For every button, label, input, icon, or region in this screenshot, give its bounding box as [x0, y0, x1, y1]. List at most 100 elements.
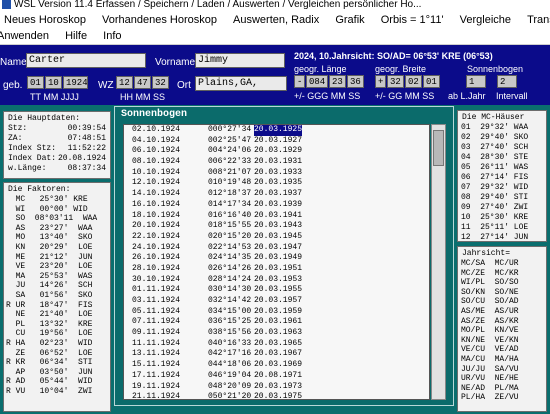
sonnenbogen-row[interactable]: 21.11.1924 050°21'20 20.03.1975 [124, 392, 429, 399]
name-field[interactable]: Carter [26, 53, 146, 68]
jahrsicht-row[interactable]: JU/JU SA/VU [458, 365, 546, 375]
haus-row: 05 26°11' WAS [461, 163, 529, 172]
ort-field[interactable]: Plains,GA, [195, 76, 287, 91]
year-field[interactable]: 1924 [63, 76, 88, 89]
faktor-row[interactable]: R AD 05°44' WID [4, 377, 110, 387]
faktor-row[interactable]: KN 20°29' LOE [4, 243, 110, 253]
sonnenbogen-row[interactable]: 04.10.1924 002°25'47 20.03.1927 [124, 136, 429, 147]
breite-minutes-field[interactable]: 02 [405, 75, 422, 88]
faktor-row[interactable]: WI 00°00' WID [4, 205, 110, 215]
breite-seconds-field[interactable]: 01 [423, 75, 440, 88]
jahrsicht-row[interactable]: PL/HA ZE/VU [458, 393, 546, 403]
scrollbar-thumb[interactable] [433, 130, 444, 166]
sonnenbogen-date: 14.10.1924 [132, 189, 181, 199]
menu-orbis[interactable]: Orbis = 1°11' [381, 14, 444, 26]
faktor-row[interactable]: CU 19°56' LOE [4, 329, 110, 339]
jahrsicht-row[interactable]: MC/ZE MC/KR [458, 269, 546, 279]
sonnenbogen-row[interactable]: 06.10.1924 004°24'06 20.03.1929 [124, 146, 429, 157]
sonnenbogen-row[interactable]: 09.11.1924 038°15'56 20.03.1963 [124, 328, 429, 339]
menu-anwenden[interactable]: Anwenden [0, 30, 49, 42]
sonnenbogen-row[interactable]: 19.11.1924 048°20'09 20.03.1973 [124, 382, 429, 393]
faktor-row[interactable]: MA 25°53' WAS [4, 272, 110, 282]
jahrsicht-row[interactable]: MO/PL KN/VE [458, 326, 546, 336]
sonnenbogen-row[interactable]: 03.11.1924 032°14'42 20.03.1957 [124, 296, 429, 307]
faktor-row[interactable]: ZE 06°52' LOE [4, 349, 110, 359]
jahrsicht-row[interactable]: MA/CU MA/HA [458, 355, 546, 365]
laenge-minutes-field[interactable]: 23 [329, 75, 346, 88]
sonnenbogen-row[interactable]: 14.10.1924 012°18'37 20.03.1937 [124, 189, 429, 200]
breite-sign-field[interactable]: + [375, 75, 386, 88]
jahrsicht-row[interactable]: VE/CU VE/AD [458, 345, 546, 355]
faktor-row[interactable]: VE 23°20' LOE [4, 262, 110, 272]
faktor-row[interactable]: R VU 10°04' ZWI [4, 387, 110, 397]
faktor-row[interactable]: SA 01°56' SKO [4, 291, 110, 301]
sonnenbogen-row[interactable]: 15.11.1924 044°18'06 20.03.1969 [124, 360, 429, 371]
mc-haeuser-panel: Die MC-Häuser 01 29°32' WAA 02 29°40' SK… [457, 110, 547, 242]
sonnenbogen-row[interactable]: 05.11.1924 034°15'00 20.03.1959 [124, 307, 429, 318]
laenge-sign-field[interactable]: - [294, 75, 305, 88]
faktor-row[interactable]: PL 13°32' KRE [4, 320, 110, 330]
jahrsicht-row[interactable]: MC/SA MC/UR [458, 259, 546, 269]
menu-vorhandenes-horoskop[interactable]: Vorhandenes Horoskop [102, 14, 217, 26]
jahrsicht-row[interactable]: NE/AD PL/MA [458, 384, 546, 394]
faktor-row[interactable]: JU 14°26' SCH [4, 281, 110, 291]
jahrsicht-row[interactable]: AS/ME AS/UR [458, 307, 546, 317]
jahrsicht-row[interactable]: UR/VU NE/HE [458, 374, 546, 384]
sonnenbogen-row[interactable]: 01.11.1924 030°14'30 20.03.1955 [124, 285, 429, 296]
faktor-row[interactable]: R HA 02°23' WID [4, 339, 110, 349]
sonnenbogen-row[interactable]: 26.10.1924 024°14'35 20.03.1949 [124, 253, 429, 264]
faktor-row[interactable]: AP 03°50' JUN [4, 368, 110, 378]
menu-vergleiche[interactable]: Vergleiche [460, 14, 511, 26]
sonnenbogen-row[interactable]: 28.10.1924 026°14'26 20.03.1951 [124, 264, 429, 275]
menu-transit[interactable]: Transit [527, 14, 550, 26]
sonnenbogen-row[interactable]: 22.10.1924 020°15'20 20.03.1945 [124, 232, 429, 243]
sonnenbogen-arc: 004°24'06 [208, 146, 252, 156]
sonnenbogen-row[interactable]: 13.11.1924 042°17'16 20.03.1967 [124, 349, 429, 360]
sonnenbogen-row[interactable]: 20.10.1924 018°15'55 20.03.1943 [124, 221, 429, 232]
hour-field[interactable]: 12 [116, 76, 133, 89]
vorname-field[interactable]: Jimmy [195, 53, 285, 68]
ab-jahr-field[interactable]: 1 [466, 75, 486, 88]
sonnenbogen-row[interactable]: 02.10.1924 000°27'34 20.03.1925 [124, 125, 429, 136]
sonnenbogen-row[interactable]: 10.10.1924 008°21'07 20.03.1933 [124, 168, 429, 179]
sonnenbogen-row[interactable]: 12.10.1924 010°19'48 20.03.1935 [124, 178, 429, 189]
sonnenbogen-row[interactable]: 08.10.1924 006°22'33 20.03.1931 [124, 157, 429, 168]
day-field[interactable]: 01 [27, 76, 44, 89]
laenge-degrees-field[interactable]: 084 [306, 75, 328, 88]
faktor-row[interactable]: R KR 06°34' STI [4, 358, 110, 368]
faktor-row[interactable]: ME 21°12' JUN [4, 253, 110, 263]
sonnenbogen-list[interactable]: 02.10.1924 000°27'34 20.03.1925 04.10.1924 0… [123, 124, 430, 400]
faktor-row[interactable]: AS 23°27' WAA [4, 224, 110, 234]
sonnenbogen-row[interactable]: 24.10.1924 022°14'53 20.03.1947 [124, 243, 429, 254]
laenge-seconds-field[interactable]: 36 [347, 75, 364, 88]
sonnenbogen-row[interactable]: 17.11.1924 046°19'04 20.08.1971 [124, 371, 429, 382]
faktor-row[interactable]: SO 08°03'11 WAA [4, 214, 110, 224]
jahrsicht-row[interactable]: SO/CU SO/AD [458, 297, 546, 307]
sonnenbogen-row[interactable]: 07.11.1924 036°15'25 20.03.1961 [124, 317, 429, 328]
sonnenbogen-arc: 026°14'26 [208, 263, 252, 273]
faktor-row[interactable]: R UR 18°47' FIS [4, 301, 110, 311]
jahrsicht-row[interactable]: AS/ZE AS/KR [458, 317, 546, 327]
breite-degrees-field[interactable]: 32 [387, 75, 404, 88]
menu-neues-horoskop[interactable]: Neues Horoskop [4, 14, 86, 26]
sonnenbogen-row[interactable]: 18.10.1924 016°16'40 20.03.1941 [124, 211, 429, 222]
sonnenbogen-row[interactable]: 16.10.1924 014°17'34 20.03.1939 [124, 200, 429, 211]
jahrsicht-row[interactable]: SO/KN SO/NE [458, 288, 546, 298]
menu-auswerten-radix[interactable]: Auswerten, Radix [233, 14, 319, 26]
intervall-field[interactable]: 2 [497, 75, 517, 88]
faktor-row[interactable]: MC 25°30' KRE [4, 195, 110, 205]
month-field[interactable]: 10 [45, 76, 62, 89]
sonnenbogen-date: 15.11.1924 [132, 360, 181, 370]
sonnenbogen-scrollbar[interactable] [431, 124, 446, 400]
sonnenbogen-row[interactable]: 11.11.1924 040°16'33 20.03.1965 [124, 339, 429, 350]
menu-hilfe[interactable]: Hilfe [65, 30, 87, 42]
menu-grafik[interactable]: Grafik [335, 14, 364, 26]
faktor-row[interactable]: NE 21°40' LOE [4, 310, 110, 320]
minute-field[interactable]: 47 [134, 76, 151, 89]
sonnenbogen-row[interactable]: 30.10.1924 028°14'24 20.03.1953 [124, 275, 429, 286]
jahrsicht-row[interactable]: KN/NE VE/KN [458, 336, 546, 346]
menu-info[interactable]: Info [103, 30, 121, 42]
second-field[interactable]: 32 [152, 76, 169, 89]
faktor-row[interactable]: MO 13°40' SKO [4, 233, 110, 243]
jahrsicht-row[interactable]: WI/PL SO/SO [458, 278, 546, 288]
